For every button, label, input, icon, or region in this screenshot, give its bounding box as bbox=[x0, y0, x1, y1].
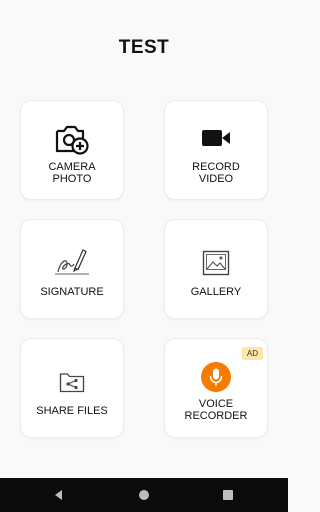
gallery-tile[interactable]: GALLERY bbox=[165, 220, 267, 318]
camera-plus-icon bbox=[21, 123, 123, 155]
signature-tile[interactable]: SIGNATURE bbox=[21, 220, 123, 318]
screen: TEST CAMERA PHOTO RECORD VIDEO SIGNATURE… bbox=[0, 0, 288, 512]
share-folder-icon bbox=[21, 371, 123, 393]
signature-label: SIGNATURE bbox=[40, 286, 104, 298]
share-files-tile[interactable]: SHARE FILES bbox=[21, 339, 123, 437]
record-video-label: RECORD VIDEO bbox=[192, 161, 240, 185]
record-video-tile[interactable]: RECORD VIDEO bbox=[165, 101, 267, 199]
ad-badge: AD bbox=[241, 347, 263, 360]
voice-recorder-label: VOICE RECORDER bbox=[184, 398, 248, 422]
camera-photo-tile[interactable]: CAMERA PHOTO bbox=[21, 101, 123, 199]
camera-photo-label: CAMERA PHOTO bbox=[48, 161, 96, 185]
gallery-image-icon bbox=[165, 250, 267, 276]
home-icon[interactable] bbox=[136, 487, 152, 503]
recents-icon[interactable] bbox=[220, 487, 236, 503]
app-title: TEST bbox=[118, 37, 170, 58]
navigation-bar bbox=[0, 478, 288, 512]
signature-pen-icon bbox=[21, 246, 123, 278]
gallery-label: GALLERY bbox=[190, 286, 242, 298]
microphone-icon bbox=[165, 362, 267, 392]
back-icon[interactable] bbox=[51, 487, 67, 503]
share-files-label: SHARE FILES bbox=[36, 405, 108, 417]
voice-recorder-tile[interactable]: AD VOICE RECORDER bbox=[165, 339, 267, 437]
video-camera-icon bbox=[165, 127, 267, 149]
